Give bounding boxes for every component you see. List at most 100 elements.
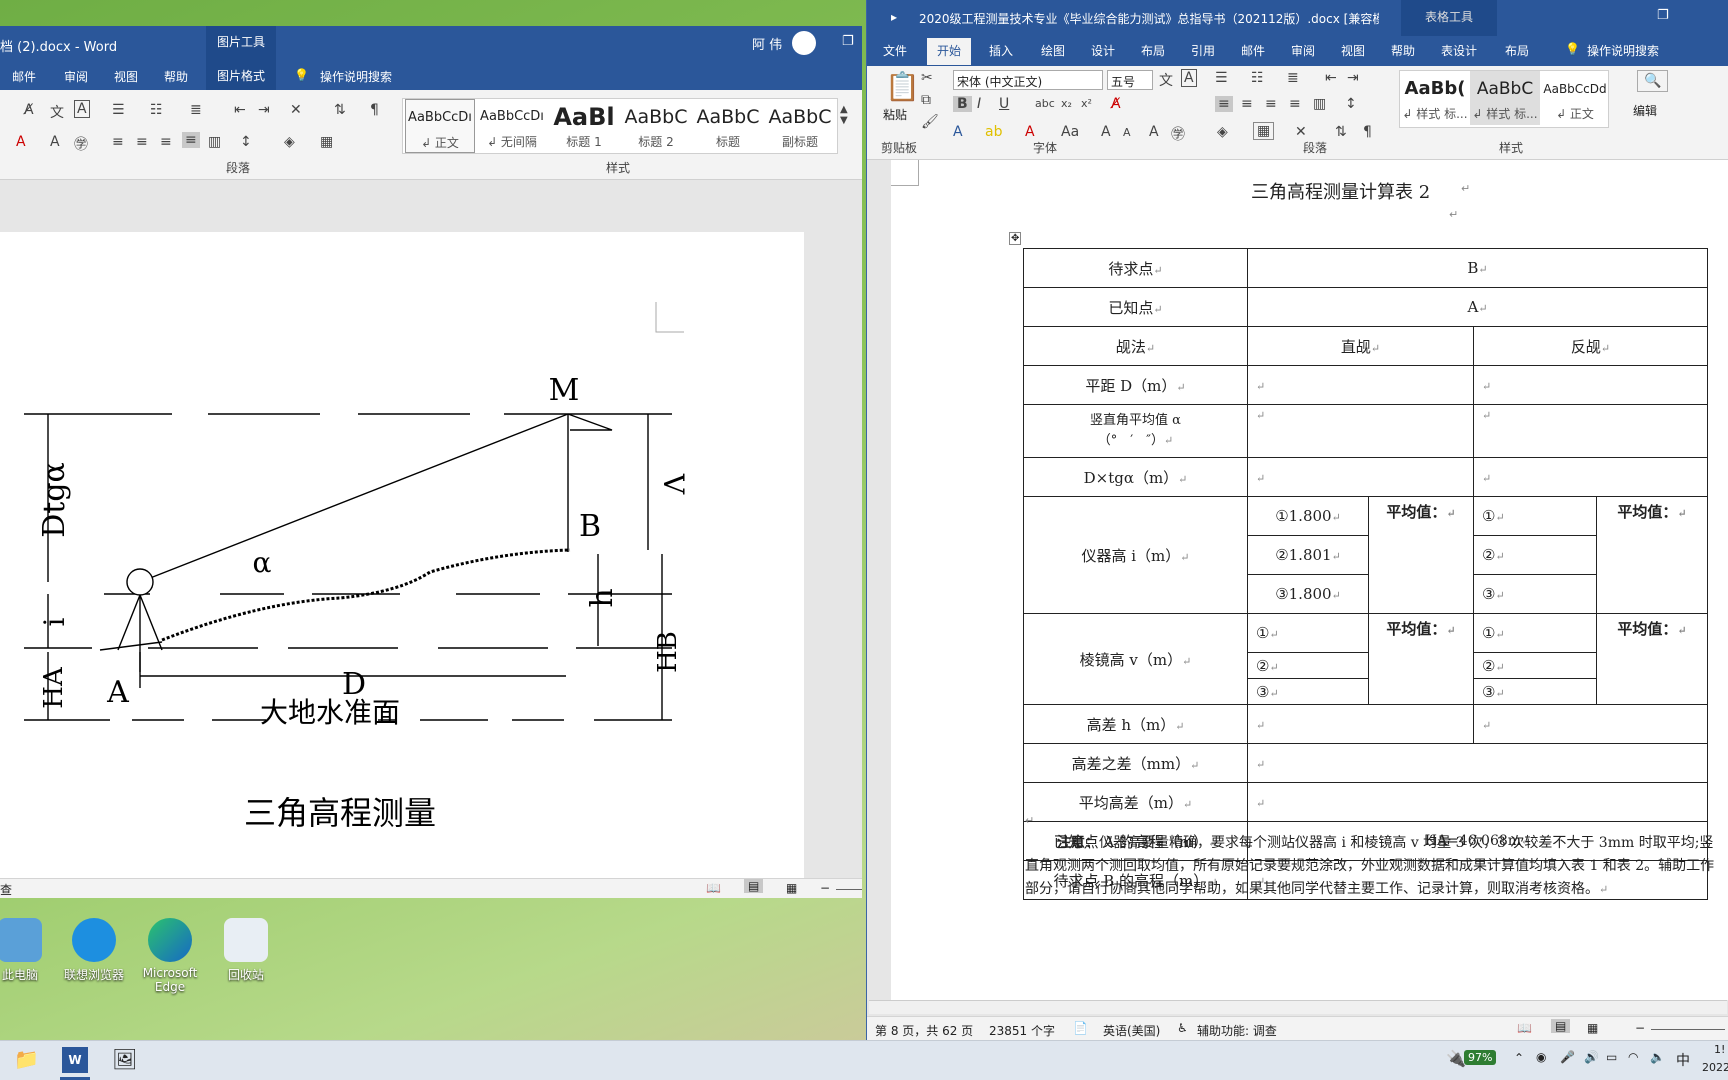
cell-empty[interactable]: ↵ (1473, 404, 1708, 458)
multilevel-icon[interactable]: ≣ (1287, 70, 1299, 86)
shading-icon[interactable]: ◈ (284, 134, 295, 150)
tab-table-design[interactable]: 表设计 (1441, 42, 1477, 59)
text-effect-icon[interactable]: A (953, 124, 963, 140)
cell-reverse-3[interactable]: ③↵ (1473, 574, 1597, 614)
quick-access-icon[interactable]: ▸ (891, 10, 897, 24)
cell-empty[interactable]: ↵ (1247, 404, 1474, 458)
font-color-icon[interactable]: A (16, 134, 26, 150)
app-taskbar-icon[interactable]: 🖼 (112, 1047, 137, 1071)
align-center-icon[interactable]: ≡ (136, 134, 148, 150)
cell-label[interactable]: 棱镜高 v（m）↵ (1023, 613, 1248, 705)
cell-empty[interactable]: ↵ (1473, 365, 1708, 405)
line-spacing-icon[interactable]: ↕ (1345, 96, 1357, 112)
print-layout-icon[interactable]: ▤ (1551, 1019, 1571, 1033)
style-no-spacing[interactable]: AaBbCcDı ↲ 无间隔 (477, 99, 547, 153)
sort-icon[interactable]: ⇅ (1335, 124, 1347, 140)
paste-label[interactable]: 粘贴 (883, 106, 907, 123)
cell-direct-3[interactable]: ③↵ (1247, 678, 1369, 705)
style-subtitle[interactable]: AaBbC 副标题 (765, 99, 835, 153)
edit-label[interactable]: 编辑 (1633, 102, 1657, 119)
tab-view[interactable]: 视图 (114, 68, 138, 85)
numbering-icon[interactable]: ☷ (1251, 70, 1264, 86)
align-left-icon[interactable]: ≡ (1215, 96, 1233, 112)
tab-help[interactable]: 帮助 (164, 68, 188, 85)
document-page[interactable]: M B A α D Dtgα i HA V h HB 大地水准面 三角高程测量 (0, 232, 804, 878)
asian-layout-icon[interactable]: ✕ (1295, 124, 1307, 140)
style-custom-2[interactable]: AaBbC ↲ 样式 标... (1470, 71, 1540, 125)
cell-label[interactable]: D×tgα（m）↵ (1023, 457, 1248, 497)
cell-label[interactable]: 平距 D（m）↵ (1023, 365, 1248, 405)
align-center-icon[interactable]: ≡ (1241, 96, 1253, 112)
document-page[interactable]: 三角高程测量计算表 2 ↵ ↵ ✥ 待求点↵ B↵ 已知点↵ A↵ 觇法↵ 直觇↵ 反觇… (891, 160, 1728, 1000)
restore-icon[interactable]: ❐ (1657, 8, 1669, 23)
zoom-out-icon[interactable]: − (1635, 1021, 1645, 1035)
asian-layout-icon[interactable]: ✕ (290, 102, 302, 118)
sort-icon[interactable]: ⇅ (334, 102, 346, 118)
print-layout-icon[interactable]: ▤ (744, 879, 764, 893)
clock-time[interactable]: 1! (1714, 1043, 1725, 1056)
gallery-scroll-icon[interactable]: ▲ ▼ (840, 104, 848, 126)
cell-empty[interactable]: ↵ (1247, 457, 1474, 497)
zoom-slider[interactable] (1651, 1029, 1725, 1030)
ime-indicator[interactable]: 中 (1676, 1050, 1690, 1070)
style-normal[interactable]: AaBbCcDı ↲ 正文 (405, 99, 475, 153)
tab-view[interactable]: 视图 (1341, 42, 1365, 59)
distribute-icon[interactable]: ▥ (1313, 96, 1326, 112)
cell-empty[interactable]: ↵ (1247, 704, 1474, 744)
battery-icon[interactable]: ▭ (1606, 1050, 1617, 1064)
cell-direct-header[interactable]: 直觇↵ (1247, 326, 1474, 366)
bullets-icon[interactable]: ☰ (1215, 70, 1228, 86)
tab-mailings[interactable]: 邮件 (12, 68, 36, 85)
cell-empty[interactable]: ↵ (1247, 743, 1708, 783)
justify-icon[interactable]: ≡ (1289, 96, 1301, 112)
tab-insert[interactable]: 插入 (989, 42, 1013, 59)
superscript-icon[interactable]: x² (1081, 97, 1092, 110)
cell-label[interactable]: 仪器高 i（m）↵ (1023, 496, 1248, 614)
char-border-icon[interactable]: A (74, 100, 90, 118)
font-size-box[interactable]: 五号 (1107, 70, 1153, 90)
chevron-up-icon[interactable]: ⌃ (1514, 1051, 1524, 1065)
find-icon[interactable]: 🔍 (1637, 70, 1669, 92)
align-right-icon[interactable]: ≡ (160, 134, 172, 150)
cell-value[interactable]: B↵ (1247, 248, 1708, 288)
read-mode-icon[interactable]: 📖 (706, 881, 721, 895)
tab-review[interactable]: 审阅 (1291, 42, 1315, 59)
battery-percent[interactable]: 97% (1464, 1050, 1497, 1065)
italic-icon[interactable]: I (977, 96, 981, 112)
enclose-char-icon[interactable]: ㊫ (1171, 124, 1185, 144)
web-layout-icon[interactable]: ▦ (1587, 1021, 1598, 1035)
font-color-icon[interactable]: A (1025, 124, 1035, 140)
volume-icon[interactable]: 🔈 (1650, 1050, 1665, 1064)
copy-icon[interactable]: ⧉ (921, 92, 931, 108)
phonetic-icon[interactable]: 文 (1159, 70, 1173, 90)
read-mode-icon[interactable]: 📖 (1517, 1021, 1532, 1035)
numbering-icon[interactable]: ☷ (150, 102, 163, 118)
style-normal[interactable]: AaBbCcDd ↲ 正文 (1540, 71, 1610, 125)
increase-indent-icon[interactable]: ⇥ (258, 102, 270, 118)
bullets-icon[interactable]: ☰ (112, 102, 125, 118)
accessibility-status[interactable]: 辅助功能: 调查 (1197, 1022, 1277, 1039)
tab-design[interactable]: 设计 (1091, 42, 1115, 59)
cell-value[interactable]: A↵ (1247, 287, 1708, 327)
increase-indent-icon[interactable]: ⇥ (1347, 70, 1359, 86)
tab-help[interactable]: 帮助 (1391, 42, 1415, 59)
style-heading-1[interactable]: AaBl 标题 1 (549, 99, 619, 153)
cell-label[interactable]: 已知点↵ (1023, 287, 1248, 327)
avatar[interactable] (792, 31, 816, 55)
web-layout-icon[interactable]: ▦ (786, 881, 797, 895)
cell-direct-1[interactable]: ①↵ (1247, 613, 1369, 653)
cell-direct-2[interactable]: ②↵ (1247, 652, 1369, 679)
cell-reverse-2[interactable]: ②↵ (1473, 535, 1597, 575)
char-shade-icon[interactable]: A (50, 134, 60, 150)
multilevel-icon[interactable]: ≣ (190, 102, 202, 118)
decrease-indent-icon[interactable]: ⇤ (1325, 70, 1337, 86)
cell-direct-1[interactable]: ①1.800↵ (1247, 496, 1369, 536)
distribute-icon[interactable]: ▥ (208, 134, 221, 150)
zoom-slider[interactable] (836, 889, 862, 890)
cell-reverse-avg[interactable]: 平均值：↵ (1596, 496, 1708, 614)
style-title[interactable]: AaBbC 标题 (693, 99, 763, 153)
cell-reverse-1[interactable]: ①↵ (1473, 613, 1597, 653)
tab-picture-format[interactable]: 图片格式 (206, 62, 276, 90)
cell-reverse-1[interactable]: ①↵ (1473, 496, 1597, 536)
cell-direct-3[interactable]: ③1.800↵ (1247, 574, 1369, 614)
